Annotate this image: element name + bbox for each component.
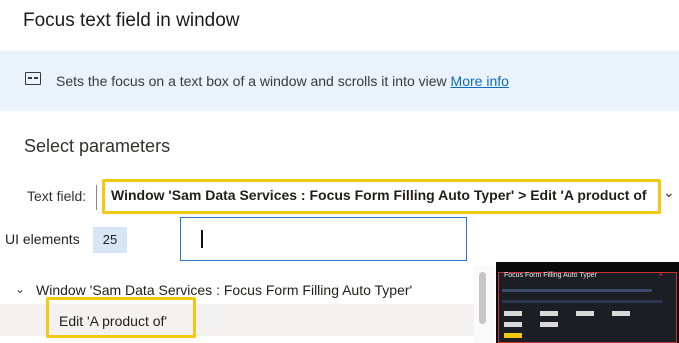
text-cursor xyxy=(201,230,203,248)
element-preview-image: × Focus Form Filling Auto Typer xyxy=(496,262,679,343)
scrollbar-thumb[interactable] xyxy=(479,272,486,324)
preview-window-frame xyxy=(498,272,677,343)
ui-elements-search-input[interactable] xyxy=(180,217,467,261)
preview-field xyxy=(540,322,558,327)
info-panel-icon xyxy=(25,72,41,85)
tree-item-edit[interactable]: Edit 'A product of' xyxy=(59,313,167,329)
more-info-link[interactable]: More info xyxy=(451,73,509,89)
info-description: Sets the focus on a text box of a window… xyxy=(56,73,447,89)
preview-field xyxy=(504,311,522,316)
preview-toolbar-bar xyxy=(502,289,652,292)
preview-field xyxy=(612,311,630,316)
chevron-down-icon[interactable]: ⌄ xyxy=(15,282,25,296)
dialog-title: Focus text field in window xyxy=(23,10,240,31)
section-title: Select parameters xyxy=(24,136,171,156)
info-text: Sets the focus on a text box of a window… xyxy=(56,73,509,89)
ui-elements-count-badge: 25 xyxy=(93,227,127,253)
chevron-down-icon[interactable]: ⌄ xyxy=(663,184,675,201)
tree-item-window[interactable]: Window 'Sam Data Services : Focus Form F… xyxy=(36,282,412,298)
preview-title: Focus Form Filling Auto Typer xyxy=(504,272,597,279)
preview-field xyxy=(540,311,558,316)
text-field-label: Text field: xyxy=(27,188,87,204)
text-field-value[interactable]: Window 'Sam Data Services : Focus Form F… xyxy=(111,187,647,203)
close-icon: × xyxy=(658,269,664,279)
preview-field xyxy=(576,311,594,316)
preview-row xyxy=(502,300,662,303)
preview-field xyxy=(504,322,522,327)
ui-elements-label: UI elements xyxy=(5,231,80,247)
preview-highlight xyxy=(504,333,522,338)
